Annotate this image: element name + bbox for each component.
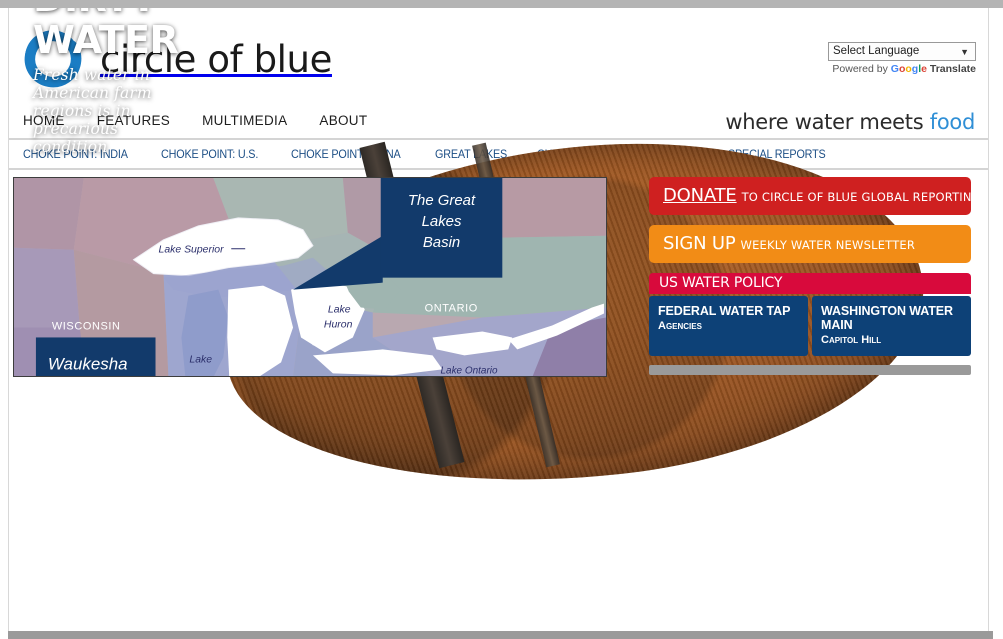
google-translate-widget: Select Language ▼ Powered by Google Tran… bbox=[828, 41, 976, 75]
svg-text:Huron: Huron bbox=[324, 319, 353, 330]
language-select-value: Select Language bbox=[833, 45, 920, 57]
donate-button-label: DONATE bbox=[663, 185, 737, 206]
great-lakes-basin-map-image: Lake Superior WISCONSIN ONTARIO Lake Hur… bbox=[14, 178, 606, 376]
washington-water-main-title: WASHINGTON WATER MAIN bbox=[821, 304, 953, 332]
bottom-divider-band bbox=[8, 631, 993, 639]
sidebar: DONATE TO CIRCLE OF BLUE GLOBAL REPORTING… bbox=[649, 177, 981, 375]
svg-text:Lakes: Lakes bbox=[422, 213, 462, 230]
washington-water-main-subtitle: Capitol Hill bbox=[821, 334, 882, 346]
donate-button-subtext: TO CIRCLE OF BLUE GLOBAL REPORTING bbox=[741, 190, 981, 204]
svg-text:Lake: Lake bbox=[189, 354, 212, 365]
signup-button[interactable]: SIGN UP WEEKLY WATER NEWSLETTER bbox=[649, 225, 971, 263]
federal-water-tap-title: FEDERAL WATER TAP bbox=[658, 304, 791, 318]
powered-by-google-translate: Powered by Google Translate bbox=[828, 63, 976, 75]
google-wordmark: Google bbox=[890, 63, 927, 75]
svg-text:Waukesha: Waukesha bbox=[48, 354, 128, 373]
page-container: circle of blue Select Language ▼ Powered… bbox=[8, 8, 989, 633]
svg-text:WISCONSIN: WISCONSIN bbox=[52, 320, 121, 332]
great-lakes-map-card[interactable]: Lake Superior WISCONSIN ONTARIO Lake Hur… bbox=[13, 177, 607, 377]
svg-text:Lake: Lake bbox=[328, 305, 351, 316]
svg-text:Lake Ontario: Lake Ontario bbox=[441, 365, 498, 376]
translate-label: Translate bbox=[926, 63, 976, 75]
svg-text:Lake Superior: Lake Superior bbox=[159, 245, 225, 256]
powered-by-label: Powered by bbox=[832, 63, 891, 75]
sidebar-next-module-placeholder bbox=[649, 365, 971, 375]
donate-button[interactable]: DONATE TO CIRCLE OF BLUE GLOBAL REPORTING bbox=[649, 177, 981, 215]
nav-item-multimedia[interactable]: MULTIMEDIA bbox=[202, 108, 287, 134]
nav-item-about[interactable]: ABOUT bbox=[319, 108, 367, 134]
signup-button-label: SIGN UP bbox=[663, 233, 736, 254]
tagline-main: where water meets bbox=[725, 110, 930, 134]
federal-water-tap-card[interactable]: FEDERAL WATER TAP Agencies bbox=[649, 296, 808, 356]
chevron-down-icon: ▼ bbox=[960, 47, 969, 57]
us-water-policy-cards: FEDERAL WATER TAP Agencies WASHINGTON WA… bbox=[649, 296, 971, 356]
washington-water-main-card[interactable]: WASHINGTON WATER MAIN Capitol Hill bbox=[812, 296, 971, 356]
site-tagline: where water meets food bbox=[725, 108, 975, 136]
federal-water-tap-subtitle: Agencies bbox=[658, 320, 702, 332]
top-scroll-band bbox=[0, 0, 1003, 8]
language-select[interactable]: Select Language ▼ bbox=[828, 42, 976, 61]
us-water-policy-heading: US WATER POLICY bbox=[649, 273, 971, 294]
tagline-accent: food bbox=[929, 110, 976, 134]
main-content: Lake Superior WISCONSIN ONTARIO Lake Hur… bbox=[9, 177, 988, 377]
svg-text:The Great: The Great bbox=[408, 192, 476, 209]
signup-button-subtext: WEEKLY WATER NEWSLETTER bbox=[740, 238, 916, 252]
svg-text:Basin: Basin bbox=[423, 234, 460, 251]
svg-text:ONTARIO: ONTARIO bbox=[425, 303, 478, 315]
